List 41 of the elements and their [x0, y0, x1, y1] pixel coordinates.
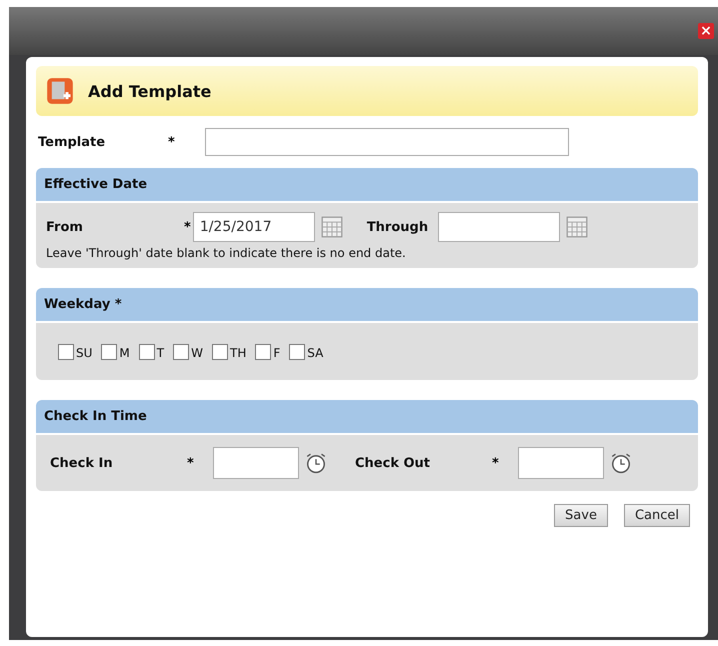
time-input[interactable]	[518, 447, 604, 479]
clock-icon[interactable]	[305, 452, 327, 474]
close-button[interactable]: ×	[698, 23, 714, 39]
checkbox[interactable]	[58, 344, 74, 360]
field-label: Check Out	[355, 456, 432, 470]
checkbox-label: SU	[76, 346, 92, 360]
checkbox[interactable]	[173, 344, 190, 360]
field-label: Through	[366, 220, 428, 234]
dialog-button[interactable]: Cancel	[624, 504, 690, 527]
hint-text: Leave 'Through' date blank to indicate there is no end date.	[45, 245, 407, 262]
required-marker: *	[184, 220, 191, 234]
checkbox[interactable]	[101, 344, 118, 360]
checkbox-label: T	[156, 346, 164, 360]
dialog-button[interactable]: Save	[554, 504, 608, 527]
dialog-title: Add Template	[88, 82, 212, 100]
checkbox-label: F	[273, 346, 280, 360]
field-label: Check In	[50, 456, 114, 470]
required-marker: *	[168, 134, 176, 150]
checkbox[interactable]	[289, 344, 306, 360]
date-input[interactable]: 1/25/2017	[192, 212, 315, 242]
required-marker: *	[492, 456, 500, 470]
checkbox-label: M	[119, 346, 130, 360]
section-header: Check In Time	[36, 400, 698, 433]
section-header: Weekday *	[36, 288, 698, 321]
calendar-icon[interactable]	[320, 216, 343, 238]
clock-icon[interactable]	[610, 452, 632, 474]
checkbox[interactable]	[255, 344, 272, 360]
checkbox[interactable]	[212, 344, 228, 360]
field-label: From	[46, 220, 84, 234]
calendar-icon[interactable]	[566, 216, 588, 238]
checkbox-label: TH	[230, 346, 246, 360]
required-marker: *	[187, 456, 195, 470]
template-add-icon	[46, 77, 74, 105]
time-input[interactable]	[213, 447, 299, 479]
field-label: Template	[38, 134, 106, 150]
section-header: Effective Date	[36, 168, 698, 201]
date-input[interactable]	[438, 212, 560, 242]
checkbox[interactable]	[138, 344, 155, 360]
checkbox-label: SA	[307, 346, 324, 360]
template-input[interactable]	[205, 128, 569, 156]
checkbox-label: W	[191, 346, 203, 360]
